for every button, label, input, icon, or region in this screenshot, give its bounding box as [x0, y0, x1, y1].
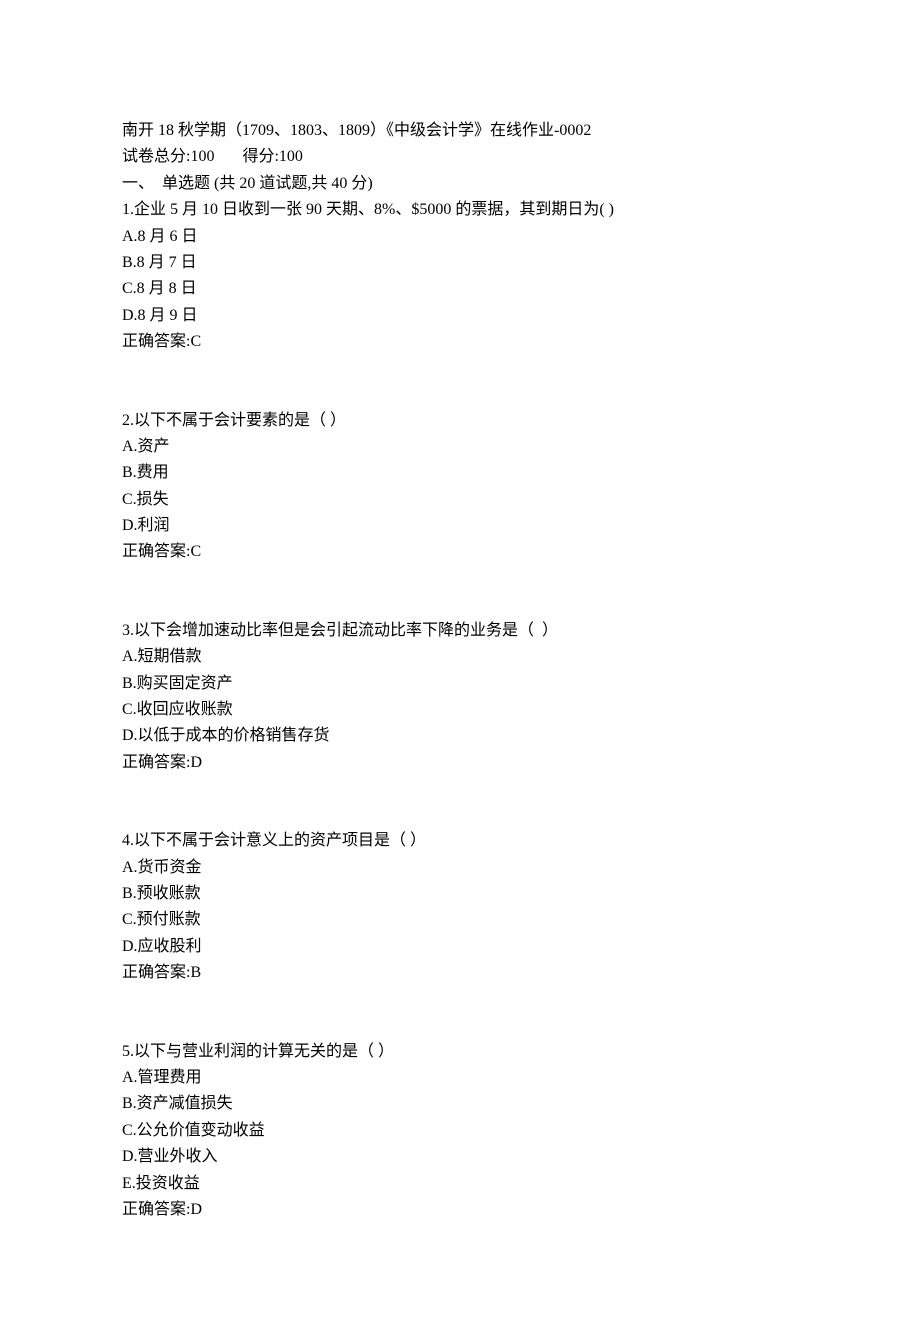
question-stem: 1.企业 5 月 10 日收到一张 90 天期、8%、$5000 的票据，其到期… [122, 197, 798, 223]
question-stem: 2.以下不属于会计要素的是（ ） [122, 408, 798, 434]
question-option: D.8 月 9 日 [122, 303, 798, 329]
question-answer: 正确答案:D [122, 1197, 798, 1223]
question-option: D.应收股利 [122, 934, 798, 960]
question-option: B.预收账款 [122, 881, 798, 907]
question-stem: 4.以下不属于会计意义上的资产项目是（ ） [122, 828, 798, 854]
question-answer: 正确答案:C [122, 539, 798, 565]
question-option: C.收回应收账款 [122, 697, 798, 723]
question-option: C.预付账款 [122, 907, 798, 933]
exam-title: 南开 18 秋学期（1709、1803、1809）《中级会计学》在线作业-000… [122, 118, 798, 144]
question-option: C.损失 [122, 487, 798, 513]
exam-header: 南开 18 秋学期（1709、1803、1809）《中级会计学》在线作业-000… [122, 118, 798, 197]
question-1: 1.企业 5 月 10 日收到一张 90 天期、8%、$5000 的票据，其到期… [122, 197, 798, 355]
question-stem: 5.以下与营业利润的计算无关的是（ ） [122, 1039, 798, 1065]
exam-score-line: 试卷总分:100 得分:100 [122, 144, 798, 170]
question-option: A.管理费用 [122, 1065, 798, 1091]
section-heading: 一、 单选题 (共 20 道试题,共 40 分) [122, 171, 798, 197]
question-stem: 3.以下会增加速动比率但是会引起流动比率下降的业务是（ ） [122, 618, 798, 644]
question-option: B.8 月 7 日 [122, 250, 798, 276]
question-3: 3.以下会增加速动比率但是会引起流动比率下降的业务是（ ） A.短期借款 B.购… [122, 618, 798, 776]
question-answer: 正确答案:B [122, 960, 798, 986]
question-option: A.货币资金 [122, 855, 798, 881]
question-5: 5.以下与营业利润的计算无关的是（ ） A.管理费用 B.资产减值损失 C.公允… [122, 1039, 798, 1224]
question-option: D.利润 [122, 513, 798, 539]
question-option: B.资产减值损失 [122, 1091, 798, 1117]
question-answer: 正确答案:D [122, 750, 798, 776]
question-option: A.短期借款 [122, 644, 798, 670]
question-option: C.公允价值变动收益 [122, 1118, 798, 1144]
question-option: D.以低于成本的价格销售存货 [122, 723, 798, 749]
question-option: A.资产 [122, 434, 798, 460]
question-4: 4.以下不属于会计意义上的资产项目是（ ） A.货币资金 B.预收账款 C.预付… [122, 828, 798, 986]
question-option: D.营业外收入 [122, 1144, 798, 1170]
question-option: B.费用 [122, 460, 798, 486]
question-option: B.购买固定资产 [122, 671, 798, 697]
question-answer: 正确答案:C [122, 329, 798, 355]
question-2: 2.以下不属于会计要素的是（ ） A.资产 B.费用 C.损失 D.利润 正确答… [122, 408, 798, 566]
question-option: A.8 月 6 日 [122, 224, 798, 250]
question-option: C.8 月 8 日 [122, 276, 798, 302]
question-option: E.投资收益 [122, 1171, 798, 1197]
